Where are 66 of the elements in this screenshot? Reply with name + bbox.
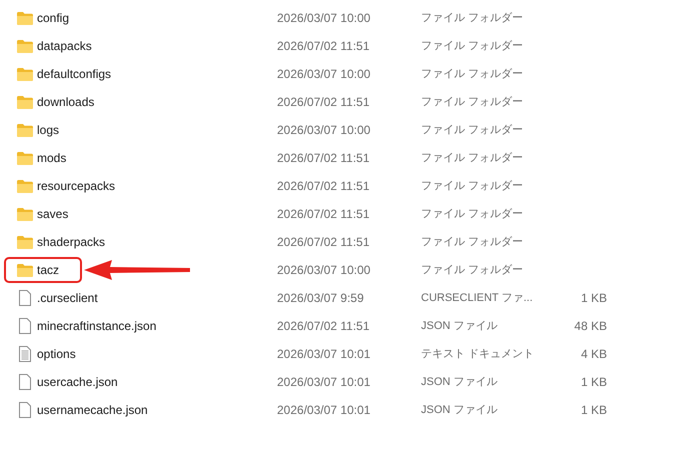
file-name[interactable]: options — [37, 345, 76, 363]
file-type: テキスト ドキュメント — [421, 346, 536, 362]
file-type: ファイル フォルダー — [421, 234, 524, 250]
folder-icon — [17, 180, 33, 192]
file-name[interactable]: logs — [37, 121, 60, 139]
file-type: CURSECLIENT ファ... — [421, 290, 534, 306]
file-type: ファイル フォルダー — [421, 10, 524, 26]
file-name[interactable]: usernamecache.json — [37, 401, 148, 419]
folder-icon — [17, 96, 33, 108]
file-name[interactable]: mods — [37, 149, 66, 167]
modified-date: 2026/03/07 10:01 — [277, 374, 372, 391]
modified-date: 2026/07/02 11:51 — [277, 94, 371, 111]
file-size: 4 KB — [580, 346, 607, 363]
file-type: JSON ファイル — [421, 374, 498, 390]
file-type: JSON ファイル — [421, 318, 498, 334]
text-document-icon — [19, 346, 31, 362]
file-name[interactable]: defaultconfigs — [37, 65, 112, 83]
file-icon — [19, 374, 31, 390]
file-type: ファイル フォルダー — [421, 94, 524, 110]
file-size: 1 KB — [580, 374, 607, 391]
file-type: ファイル フォルダー — [421, 206, 524, 222]
file-size: 1 KB — [580, 290, 607, 307]
folder-icon — [17, 264, 33, 276]
modified-date: 2026/07/02 11:51 — [277, 38, 371, 55]
file-name[interactable]: minecraftinstance.json — [37, 317, 156, 335]
file-name[interactable]: saves — [37, 205, 68, 223]
file-type: ファイル フォルダー — [421, 122, 524, 138]
file-icon — [19, 318, 31, 334]
file-size: 48 KB — [573, 318, 607, 335]
file-type: ファイル フォルダー — [421, 262, 524, 278]
modified-date: 2026/07/02 11:51 — [277, 178, 371, 195]
folder-icon — [17, 68, 33, 80]
file-type: ファイル フォルダー — [421, 178, 524, 194]
file-name[interactable]: resourcepacks — [37, 177, 116, 195]
folder-icon — [17, 208, 33, 220]
file-name[interactable]: downloads — [37, 93, 94, 111]
modified-date: 2026/03/07 10:00 — [277, 66, 372, 83]
modified-date: 2026/03/07 10:00 — [277, 122, 372, 139]
modified-date: 2026/03/07 10:01 — [277, 346, 372, 363]
folder-icon — [17, 40, 33, 52]
file-name[interactable]: tacz — [37, 261, 60, 279]
modified-date: 2026/07/02 11:51 — [277, 234, 371, 251]
arrow-icon — [84, 259, 192, 281]
modified-date: 2026/03/07 10:01 — [277, 402, 372, 419]
modified-date: 2026/03/07 10:00 — [277, 262, 372, 279]
file-type: ファイル フォルダー — [421, 66, 524, 82]
file-name[interactable]: config — [37, 9, 70, 27]
folder-icon — [17, 12, 33, 24]
file-name[interactable]: datapacks — [37, 37, 92, 55]
file-icon — [19, 402, 31, 418]
modified-date: 2026/03/07 9:59 — [277, 290, 365, 307]
modified-date: 2026/07/02 11:51 — [277, 318, 371, 335]
file-icon — [19, 290, 31, 306]
modified-date: 2026/03/07 10:00 — [277, 10, 372, 27]
folder-icon — [17, 124, 33, 136]
folder-icon — [17, 152, 33, 164]
modified-date: 2026/07/02 11:51 — [277, 206, 371, 223]
file-name[interactable]: .curseclient — [37, 289, 98, 307]
folder-icon — [17, 236, 33, 248]
file-type: ファイル フォルダー — [421, 150, 524, 166]
file-name[interactable]: usercache.json — [37, 373, 118, 391]
file-size: 1 KB — [580, 402, 607, 419]
modified-date: 2026/07/02 11:51 — [277, 150, 371, 167]
file-type: ファイル フォルダー — [421, 38, 524, 54]
file-name[interactable]: shaderpacks — [37, 233, 106, 251]
file-type: JSON ファイル — [421, 402, 498, 418]
